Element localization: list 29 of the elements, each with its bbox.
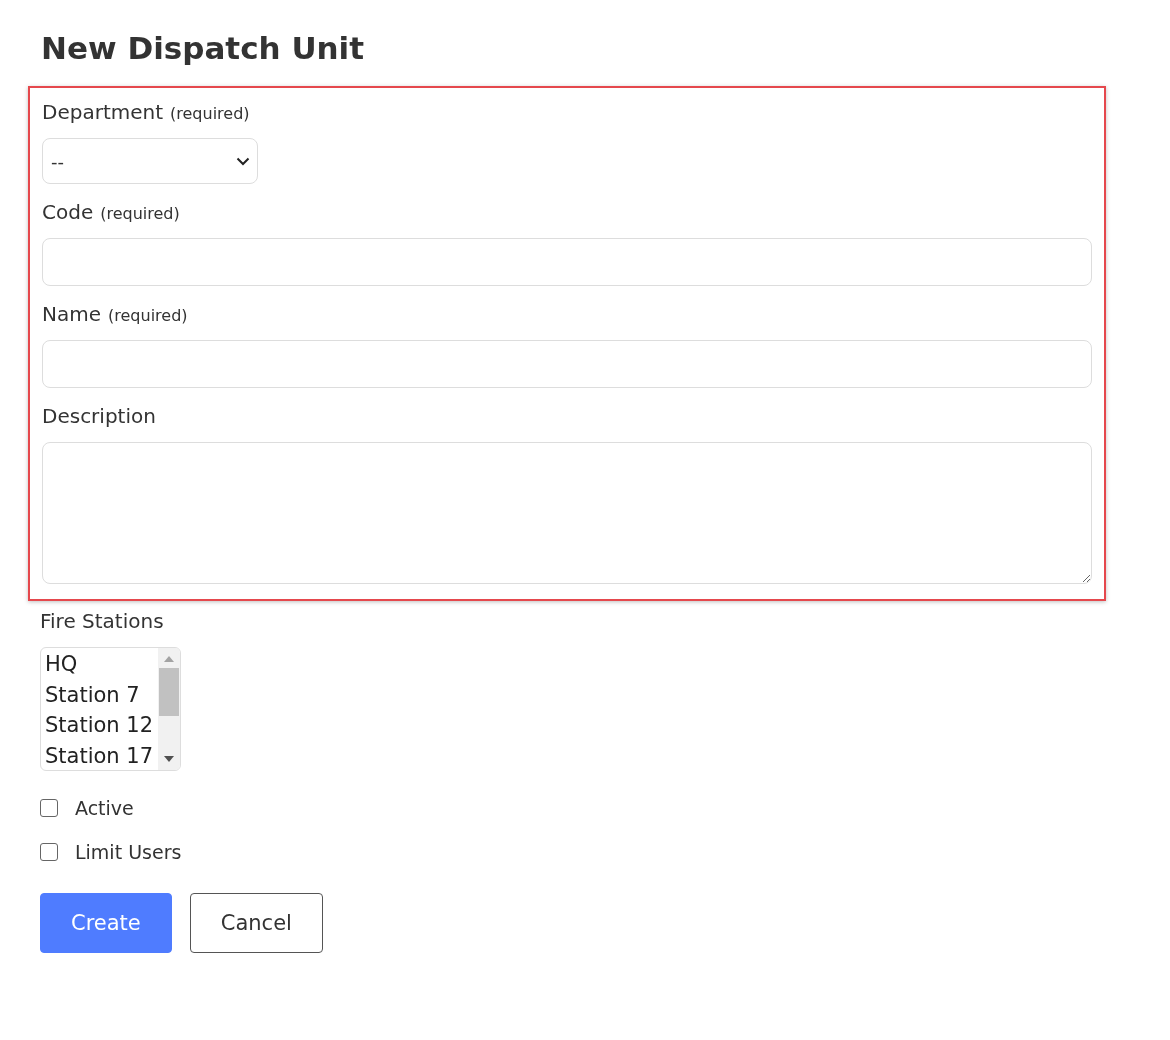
- cancel-button[interactable]: Cancel: [189, 893, 323, 953]
- listbox-option[interactable]: Station 12: [45, 710, 158, 741]
- checkbox[interactable]: [40, 843, 58, 861]
- field-label: Code: [42, 200, 94, 224]
- required-hint: (required): [170, 104, 250, 123]
- scroll-up-arrow-icon: [164, 656, 174, 662]
- select-value: --: [51, 150, 64, 172]
- listbox-option[interactable]: Station 17: [45, 740, 158, 770]
- field-label: Description: [42, 404, 156, 428]
- department-select[interactable]: --: [42, 138, 258, 184]
- listbox-option[interactable]: Station 7: [45, 679, 158, 710]
- chevron-down-icon: [236, 156, 250, 166]
- textarea-field[interactable]: [42, 442, 1092, 584]
- checkbox-label: Limit Users: [75, 841, 182, 863]
- required-hint: (required): [100, 204, 180, 223]
- field-label: Department: [42, 100, 164, 124]
- page-title: New Dispatch Unit: [41, 29, 366, 68]
- required-hint: (required): [108, 306, 188, 325]
- fire-stations-listbox[interactable]: HQ Station 7 Station 12 Station 17: [40, 647, 181, 771]
- create-button[interactable]: Create: [40, 893, 172, 953]
- text-input-field[interactable]: [42, 340, 1092, 388]
- listbox-option[interactable]: HQ: [45, 649, 158, 680]
- checkbox[interactable]: [40, 799, 58, 817]
- text-input-field[interactable]: [42, 238, 1092, 286]
- field-label: Name: [42, 302, 101, 326]
- scroll-down-arrow-icon: [164, 756, 174, 762]
- field-label: Fire Stations: [40, 609, 164, 633]
- scrollbar[interactable]: [158, 648, 180, 770]
- checkbox-label: Active: [75, 797, 134, 819]
